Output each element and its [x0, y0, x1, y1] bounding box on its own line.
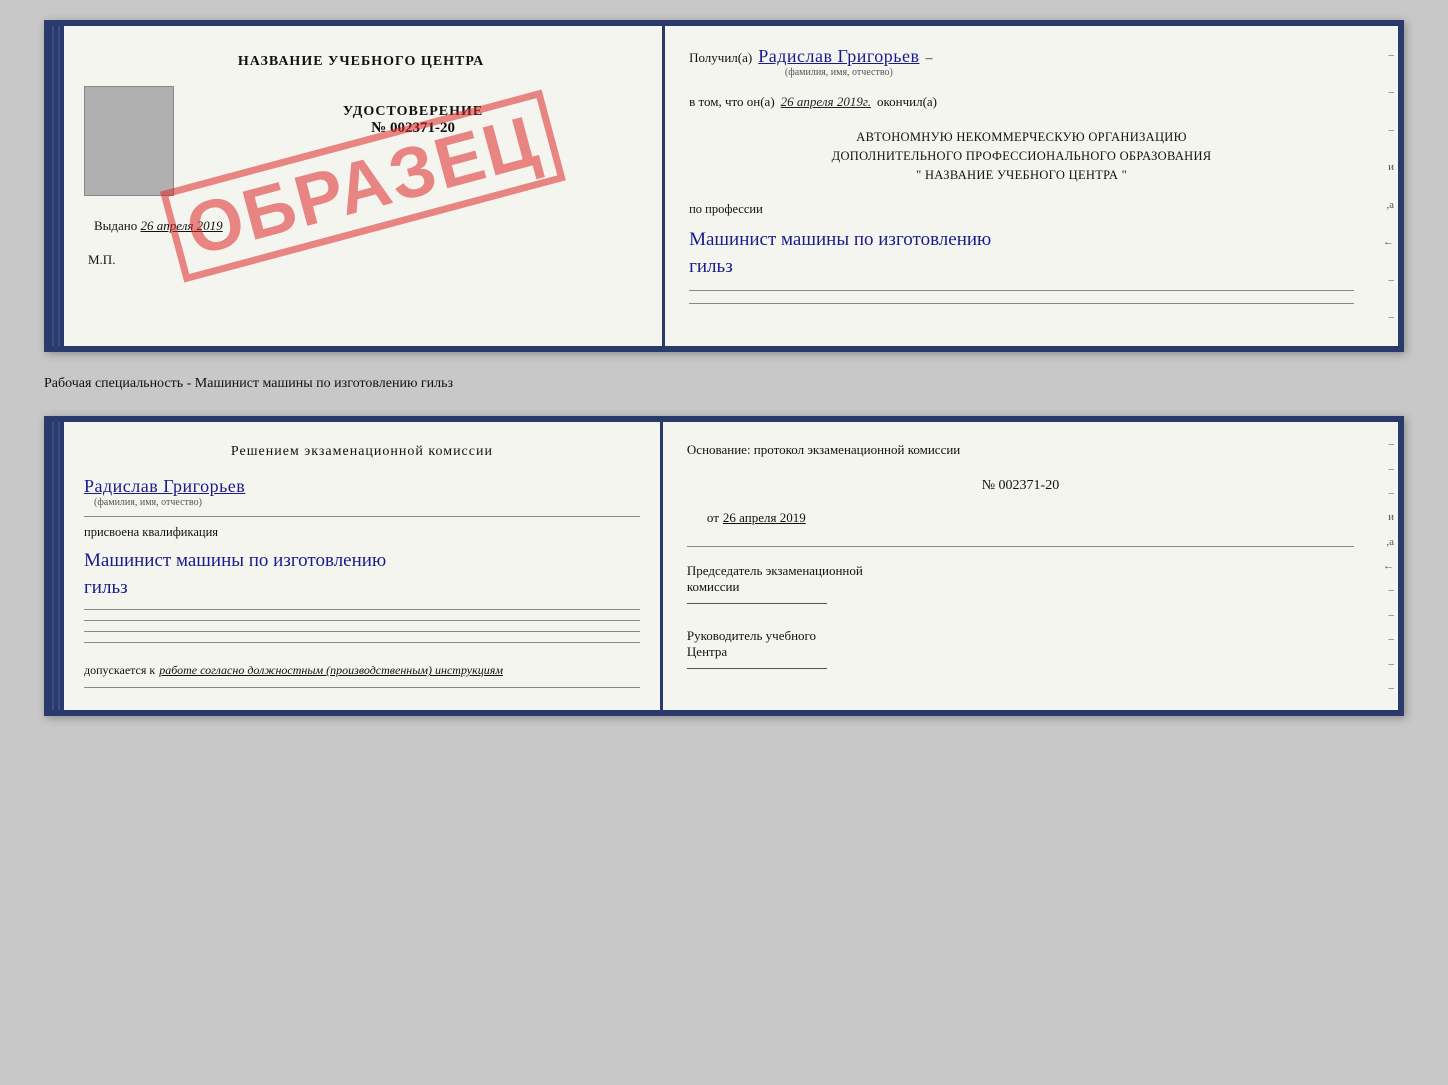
completion-date-top: 26 апреля 2019г. — [781, 94, 871, 110]
photo-placeholder — [84, 86, 174, 196]
bottom-divider-6 — [84, 687, 640, 688]
org-line2: ДОПОЛНИТЕЛЬНОГО ПРОФЕССИОНАЛЬНОГО ОБРАЗО… — [689, 147, 1354, 166]
resheniem-title: Решением экзаменационной комиссии — [84, 444, 640, 460]
qualification-line2: гильз — [84, 575, 640, 602]
quote-close: " — [1118, 168, 1127, 182]
vydano-date: 26 апреля 2019 — [141, 218, 223, 233]
divider-1 — [689, 290, 1354, 291]
right-divider-1 — [687, 546, 1354, 547]
specialty-label: Рабочая специальность - Машинист машины … — [44, 370, 1404, 398]
predsedatel-block: Председатель экзаменационной комиссии — [687, 563, 1354, 606]
vydano-label: Выдано — [94, 218, 137, 233]
ot-date: 26 апреля 2019 — [723, 510, 806, 525]
vtom-label: в том, что он(а) — [689, 94, 775, 110]
profession-handwritten: Машинист машины по изготовлению гильз — [689, 227, 1354, 280]
org-line1: АВТОНОМНУЮ НЕКОММЕРЧЕСКУЮ ОРГАНИЗАЦИЮ — [689, 128, 1354, 147]
udostoverenie-number: № 002371-20 — [188, 120, 638, 137]
dopuskaetsya-block: допускается к работе согласно должностны… — [84, 661, 640, 679]
poluchil-label: Получил(а) — [689, 50, 752, 66]
poluchil-block: Получил(а) Радислав Григорьев (фамилия, … — [689, 46, 1354, 78]
mp-label: М.П. — [84, 252, 638, 268]
doc-spine-top — [50, 26, 64, 346]
profession-line1: Машинист машины по изготовлению — [689, 227, 1354, 254]
po-professii-label: по профессии — [689, 202, 1354, 217]
divider-2 — [689, 303, 1354, 304]
dash-separator: – — [926, 51, 933, 67]
org-center-name: " НАЗВАНИЕ УЧЕБНОГО ЦЕНТРА " — [689, 166, 1354, 185]
name-hint-top: (фамилия, имя, отчество) — [785, 67, 893, 78]
dopuskaetsya-label: допускается к — [84, 663, 155, 677]
okonchil-label: окончил(а) — [877, 94, 937, 110]
bottom-doc-right: Основание: протокол экзаменационной коми… — [663, 422, 1370, 710]
bottom-divider-5 — [84, 642, 640, 643]
recipient-name-top: Радислав Григорьев — [758, 46, 919, 67]
protocol-number: № 002371-20 — [687, 478, 1354, 494]
top-document: НАЗВАНИЕ УЧЕБНОГО ЦЕНТРА УДОСТОВЕРЕНИЕ №… — [44, 20, 1404, 352]
top-doc-left: НАЗВАНИЕ УЧЕБНОГО ЦЕНТРА УДОСТОВЕРЕНИЕ №… — [64, 26, 665, 346]
udostoverenie-block: УДОСТОВЕРЕНИЕ № 002371-20 — [188, 104, 638, 137]
ot-label: от — [707, 510, 719, 525]
predsedatel-sig-line — [687, 603, 827, 604]
vtom-block: в том, что он(а) 26 апреля 2019г. окончи… — [689, 94, 1354, 110]
predsedatel-label1: Председатель экзаменационной — [687, 563, 1354, 579]
recipient-name-bottom: Радислав Григорьев — [84, 476, 640, 497]
bottom-divider-4 — [84, 631, 640, 632]
right-edge-dashes: – – – и ,а ← – – — [1370, 26, 1398, 346]
doc-spine-bottom — [50, 422, 64, 710]
name-hint-bottom: (фамилия, имя, отчество) — [84, 497, 640, 508]
vydano-line: Выдано 26 апреля 2019 — [84, 218, 638, 234]
rukovoditel-label1: Руководитель учебного — [687, 628, 1354, 644]
quote-open: " — [916, 168, 925, 182]
rukovoditel-label2: Центра — [687, 644, 1354, 660]
qualification-handwritten: Машинист машины по изготовлению гильз — [84, 548, 640, 601]
top-center-name: НАЗВАНИЕ УЧЕБНОГО ЦЕНТРА — [84, 54, 638, 70]
dopuskaetsya-text: работе согласно должностным (производств… — [159, 663, 503, 677]
qualification-line1: Машинист машины по изготовлению — [84, 548, 640, 575]
profession-line2: гильз — [689, 254, 1354, 281]
udostoverenie-title: УДОСТОВЕРЕНИЕ — [188, 104, 638, 120]
bottom-document: Решением экзаменационной комиссии Радисл… — [44, 416, 1404, 716]
ot-date-block: от 26 апреля 2019 — [687, 510, 1354, 526]
prisvoena-label: присвоена квалификация — [84, 525, 640, 540]
rukovoditel-block: Руководитель учебного Центра — [687, 628, 1354, 671]
osnovanie-label: Основание: протокол экзаменационной коми… — [687, 442, 1354, 458]
bottom-divider-3 — [84, 620, 640, 621]
bottom-divider-2 — [84, 609, 640, 610]
org-block: АВТОНОМНУЮ НЕКОММЕРЧЕСКУЮ ОРГАНИЗАЦИЮ ДО… — [689, 128, 1354, 184]
rukovoditel-sig-line — [687, 668, 827, 669]
bottom-right-edge-dashes: – – – и ,а ← – – – – – — [1370, 422, 1398, 710]
top-doc-right: Получил(а) Радислав Григорьев (фамилия, … — [665, 26, 1370, 346]
predsedatel-label2: комиссии — [687, 579, 1354, 595]
bottom-doc-left: Решением экзаменационной комиссии Радисл… — [64, 422, 663, 710]
bottom-divider-1 — [84, 516, 640, 517]
